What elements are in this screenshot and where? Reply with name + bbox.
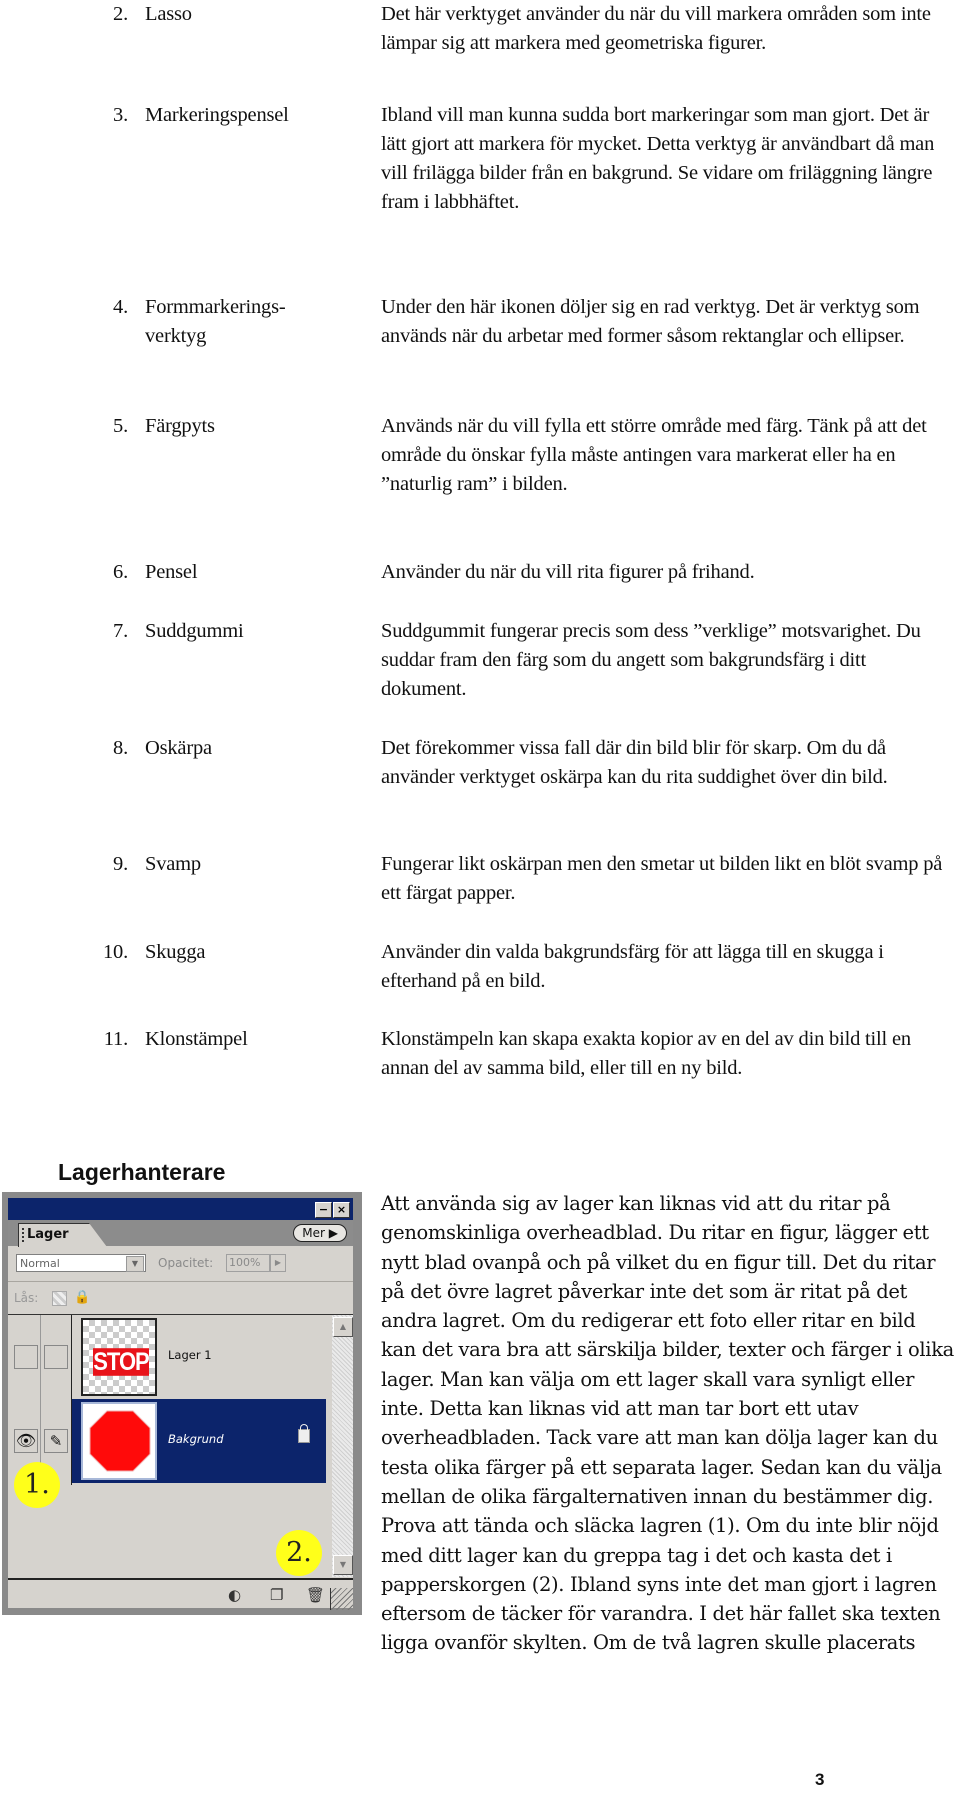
tool-number: 10.: [102, 941, 128, 963]
tool-description: Suddgummit fungerar precis som dess ”ver…: [381, 620, 921, 700]
tool-description: Det här verktyget använder du när du vil…: [381, 3, 931, 54]
layer-lock-icon: [298, 1424, 310, 1443]
tool-name: Oskärpa: [145, 737, 212, 759]
page-number: 3: [815, 1770, 825, 1789]
lock-label: Lås:: [14, 1291, 39, 1305]
tool-description: Fungerar likt oskärpan men den smetar ut…: [381, 853, 943, 904]
stop-sign-octagon: [89, 1410, 151, 1472]
tool-description: Ibland vill man kunna sudda bort markeri…: [381, 104, 935, 213]
layer-name[interactable]: Lager 1: [168, 1348, 212, 1362]
layer-row-bakgrund[interactable]: Bakgrund: [72, 1399, 326, 1483]
tool-name: Markeringspensel: [145, 104, 289, 126]
resize-grip[interactable]: [330, 1588, 353, 1610]
blend-mode-select[interactable]: Normal ▼: [16, 1254, 146, 1272]
tool-number: 4.: [113, 296, 128, 318]
panel-bottom-bar: ◐ ❐ 🗑: [8, 1578, 353, 1610]
tool-description: Det förekommer vissa fall där din bild b…: [381, 737, 888, 788]
tool-description: Under den här ikonen döljer sig en rad v…: [381, 296, 920, 347]
tool-description: Använder du när du vill rita figurer på …: [381, 561, 755, 583]
more-button[interactable]: Mer ▶: [293, 1224, 347, 1242]
tool-number: 7.: [113, 620, 128, 642]
tool-number: 2.: [113, 3, 128, 25]
column-divider: [40, 1315, 41, 1485]
layer-thumbnail: STOP: [81, 1318, 157, 1396]
link-toggle[interactable]: [44, 1345, 68, 1369]
eye-icon[interactable]: 👁: [14, 1429, 38, 1453]
layers-paragraph: Att använda sig av lager kan liknas vid …: [381, 1192, 954, 1655]
layers-list: STOP Lager 1 Bakgrund 👁 ✎: [8, 1315, 326, 1575]
tool-name: Pensel: [145, 561, 198, 583]
tool-name: Skugga: [145, 941, 206, 963]
blend-mode-value: Normal: [20, 1257, 60, 1270]
tool-name: Formmarkerings- verktyg: [145, 296, 286, 347]
close-button[interactable]: ×: [333, 1202, 350, 1218]
minimize-button[interactable]: −: [315, 1202, 332, 1218]
tool-name: Suddgummi: [145, 620, 244, 642]
tool-number: 6.: [113, 561, 128, 583]
column-divider: [71, 1315, 72, 1485]
scroll-down-button[interactable]: ▼: [333, 1555, 353, 1575]
callout-1: 1.: [14, 1462, 60, 1508]
section-title: Lagerhanterare: [58, 1159, 226, 1185]
lock-transparency-icon[interactable]: [52, 1291, 67, 1306]
scroll-up-button[interactable]: ▲: [333, 1317, 353, 1337]
tool-number: 5.: [113, 415, 128, 437]
tool-description: Klonstämpeln kan skapa exakta kopior av …: [381, 1028, 911, 1079]
opacity-label: Opacitet:: [158, 1256, 214, 1270]
stop-text: STOP: [93, 1347, 150, 1376]
lock-icon[interactable]: 🔒: [74, 1290, 90, 1305]
visibility-toggle[interactable]: [14, 1345, 38, 1369]
tool-name: Svamp: [145, 853, 201, 875]
tool-description: Använder din valda bakgrundsfärg för att…: [381, 941, 884, 992]
tab-label: Lager: [27, 1227, 69, 1242]
tool-number: 9.: [113, 853, 128, 875]
layers-panel-screenshot: − × Lager Mer ▶ Normal ▼ Opacitet: 100% …: [2, 1192, 362, 1615]
callout-2: 2.: [276, 1530, 322, 1576]
tool-description: Används när du vill fylla ett större omr…: [381, 415, 927, 495]
adjustment-layer-icon[interactable]: ◐: [228, 1586, 241, 1604]
lock-row: Lås: 🔒: [8, 1282, 353, 1315]
tool-number: 11.: [103, 1028, 128, 1050]
tool-name: Lasso: [145, 3, 192, 25]
layer-row-lager-1[interactable]: STOP Lager 1: [8, 1315, 326, 1399]
brush-icon[interactable]: ✎: [44, 1429, 68, 1453]
chevron-down-icon[interactable]: ▼: [126, 1256, 144, 1272]
grip-icon: [22, 1228, 26, 1242]
opacity-input[interactable]: 100%: [226, 1254, 270, 1272]
opacity-slider-button[interactable]: ▶: [270, 1254, 286, 1272]
new-layer-icon[interactable]: ❐: [270, 1586, 283, 1604]
tab-row: Lager Mer ▶: [8, 1220, 353, 1247]
tool-name: Färgpyts: [145, 415, 215, 437]
options-row: Normal ▼ Opacitet: 100% ▶: [8, 1246, 353, 1282]
layers-scrollbar[interactable]: ▲ ▼: [332, 1315, 353, 1577]
layer-name[interactable]: Bakgrund: [168, 1432, 224, 1446]
panel-titlebar: − ×: [8, 1198, 353, 1220]
tool-number: 8.: [113, 737, 128, 759]
trash-icon[interactable]: 🗑: [306, 1586, 325, 1604]
tool-number: 3.: [113, 104, 128, 126]
layer-thumbnail: [81, 1402, 157, 1480]
tab-lager[interactable]: Lager: [18, 1223, 107, 1247]
tool-name: Klonstämpel: [145, 1028, 248, 1050]
